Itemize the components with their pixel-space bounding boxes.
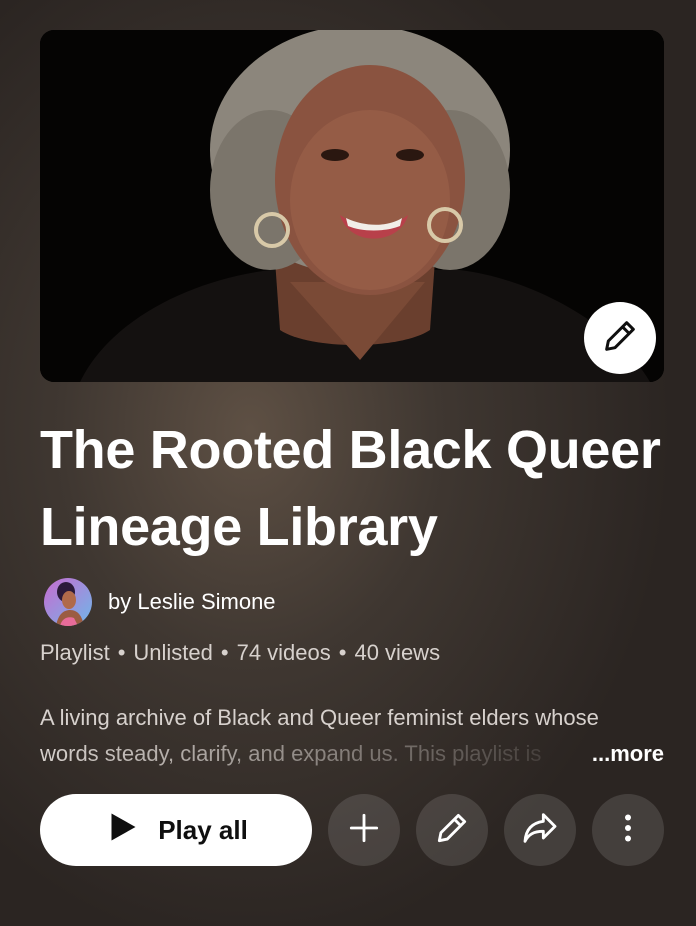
playlist-thumbnail[interactable] [40,30,664,382]
playlist-title: The Rooted Black Queer Lineage Library [40,420,661,557]
playlist-description[interactable]: A living archive of Black and Queer femi… [40,700,666,772]
avatar[interactable] [44,578,92,626]
thumbnail-image [40,30,664,382]
description-line-1: A living archive of Black and Queer femi… [40,705,599,730]
share-button[interactable] [504,794,576,866]
more-link[interactable]: ...more [592,736,664,772]
edit-thumbnail-button[interactable] [584,302,656,374]
pencil-icon [433,809,471,852]
visibility-label[interactable]: Unlisted [133,640,212,665]
play-all-button[interactable]: Play all [40,794,312,866]
add-to-button[interactable] [328,794,400,866]
view-count: 40 views [354,640,441,665]
separator: • [220,640,229,665]
edit-playlist-button[interactable] [416,794,488,866]
playlist-metadata: Playlist • Unlisted • 74 videos • 40 views [40,640,440,666]
plus-icon [345,809,383,852]
more-options-button[interactable] [592,794,664,866]
owner-name[interactable]: by Leslie Simone [108,589,276,615]
play-all-label: Play all [158,814,248,845]
separator: • [117,640,126,665]
playlist-type: Playlist [40,640,110,665]
action-bar: Play all [40,794,664,866]
separator: • [338,640,347,665]
playlist-owner[interactable]: by Leslie Simone [44,578,276,626]
more-vertical-icon [610,810,646,851]
share-icon [520,808,560,853]
play-icon [104,809,158,852]
video-count: 74 videos [236,640,331,665]
description-line-2: words steady, clarify, and expand us. Th… [40,741,542,766]
pencil-icon [600,316,640,361]
